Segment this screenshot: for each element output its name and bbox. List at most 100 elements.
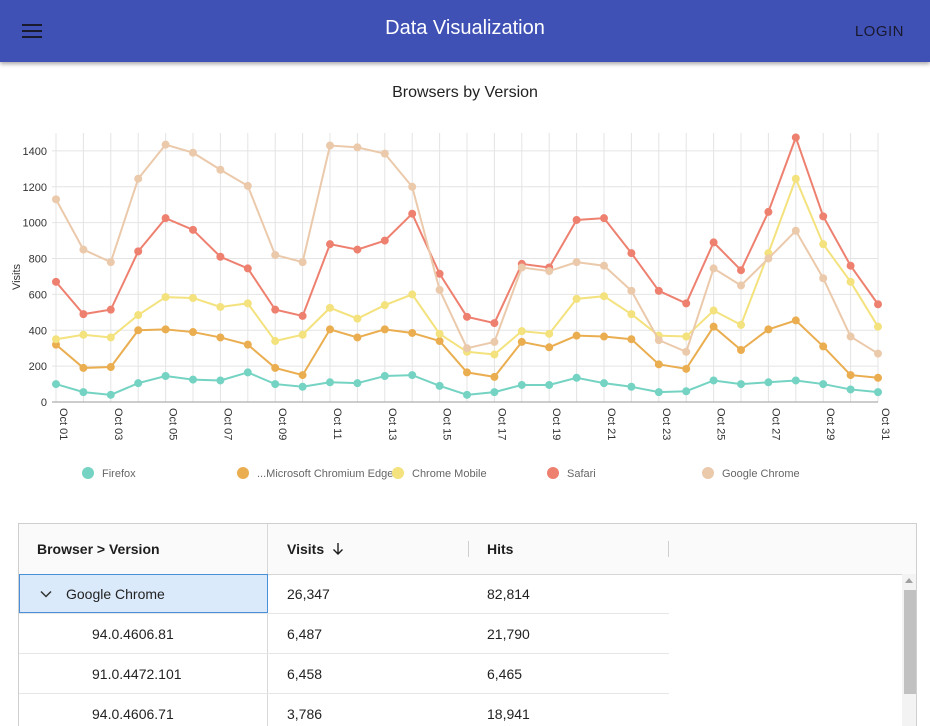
data-point: [52, 380, 60, 389]
x-tick-label: Oct 31: [879, 408, 891, 440]
data-point: [709, 238, 718, 247]
data-point: [874, 349, 882, 358]
data-point: [435, 329, 444, 338]
data-point: [326, 240, 334, 249]
data-point: [216, 376, 225, 385]
data-point: [572, 258, 581, 267]
column-header-browser-version[interactable]: Browser > Version: [37, 524, 267, 574]
data-point: [326, 303, 334, 312]
data-point: [490, 388, 499, 397]
legend-item[interactable]: Firefox: [82, 467, 136, 480]
data-point: [627, 310, 636, 319]
legend-item[interactable]: Chrome Mobile: [392, 467, 487, 480]
data-point: [380, 149, 389, 158]
data-point: [682, 347, 691, 356]
chevron-down-icon[interactable]: [40, 590, 52, 598]
app-title: Data Visualization: [385, 17, 545, 39]
data-point: [106, 305, 115, 314]
x-tick-label: Oct 13: [386, 408, 398, 440]
data-point: [572, 215, 581, 224]
data-point: [764, 207, 773, 216]
data-point: [353, 333, 362, 342]
data-point: [408, 209, 417, 218]
data-point: [819, 212, 828, 221]
legend-label: Google Chrome: [722, 468, 800, 480]
data-point: [654, 360, 663, 369]
data-point: [298, 382, 307, 391]
browser-version-grid: Browser > Version Visits Hits Google Chr…: [18, 523, 917, 726]
data-point: [79, 388, 88, 397]
data-point: [353, 314, 362, 323]
data-point: [654, 336, 663, 345]
x-tick-label: Oct 25: [715, 408, 727, 440]
data-point: [490, 372, 499, 381]
data-point: [764, 325, 773, 334]
data-point: [408, 290, 417, 299]
data-point: [408, 371, 417, 380]
data-point: [874, 373, 882, 382]
x-tick-label: Oct 11: [331, 408, 343, 440]
data-point: [134, 311, 143, 320]
x-tick-label: Oct 29: [824, 408, 836, 440]
visits-cell: 26,347: [287, 585, 330, 602]
data-point: [52, 277, 60, 286]
data-point: [435, 337, 444, 346]
column-separator[interactable]: [468, 541, 469, 557]
column-header-hits[interactable]: Hits: [487, 524, 667, 574]
data-point: [600, 292, 608, 301]
data-point: [326, 141, 334, 150]
data-point: [243, 264, 252, 273]
table-row[interactable]: 91.0.4472.101 6,458 6,465: [19, 654, 669, 694]
visits-cell: 6,458: [287, 665, 323, 682]
data-point: [353, 143, 362, 152]
data-point: [408, 328, 417, 337]
table-row[interactable]: 94.0.4606.81 6,487 21,790: [19, 614, 669, 654]
data-point: [79, 330, 88, 339]
data-point: [161, 293, 170, 302]
data-point: [380, 325, 389, 334]
y-tick-label: 400: [29, 325, 47, 337]
table-row[interactable]: 94.0.4606.71 3,786 18,941: [19, 694, 669, 726]
scrollbar-thumb[interactable]: [904, 590, 916, 694]
vertical-scrollbar[interactable]: [902, 574, 916, 726]
legend-item[interactable]: ...Microsoft Chromium Edge: [237, 467, 393, 480]
data-point: [737, 281, 745, 290]
data-point: [709, 322, 718, 331]
data-point: [682, 387, 691, 396]
visits-cell: 6,487: [287, 625, 323, 642]
data-point: [874, 388, 882, 397]
version-cell: 94.0.4606.81: [92, 625, 174, 642]
data-point: [326, 378, 334, 387]
data-point: [819, 240, 828, 249]
data-point: [271, 305, 280, 314]
data-point: [490, 350, 499, 359]
login-button[interactable]: LOGIN: [845, 18, 914, 44]
legend-item[interactable]: Safari: [547, 467, 596, 480]
data-point: [545, 380, 554, 389]
x-tick-label: Oct 17: [495, 408, 507, 440]
data-point: [161, 140, 170, 149]
table-row[interactable]: Google Chrome 26,347 82,814: [19, 574, 669, 614]
version-cell: 91.0.4472.101: [92, 665, 182, 682]
data-point: [600, 261, 608, 270]
legend-swatch: [82, 467, 94, 479]
data-point: [435, 381, 444, 390]
browser-cell[interactable]: Google Chrome: [19, 574, 268, 613]
legend-item[interactable]: Google Chrome: [702, 467, 800, 480]
data-point: [846, 385, 855, 394]
data-point: [490, 319, 499, 328]
column-separator[interactable]: [668, 541, 669, 557]
data-point: [791, 376, 800, 385]
column-header-visits[interactable]: Visits: [287, 524, 467, 574]
data-point: [600, 332, 608, 341]
data-point: [819, 274, 828, 283]
data-point: [106, 363, 115, 372]
legend-label: ...Microsoft Chromium Edge: [257, 468, 393, 480]
data-point: [846, 332, 855, 341]
scroll-up-arrow-icon[interactable]: [905, 578, 913, 583]
x-tick-label: Oct 07: [221, 408, 233, 440]
data-point: [737, 266, 745, 275]
data-point: [189, 375, 197, 384]
data-point: [572, 373, 581, 382]
y-tick-label: 800: [29, 254, 47, 266]
